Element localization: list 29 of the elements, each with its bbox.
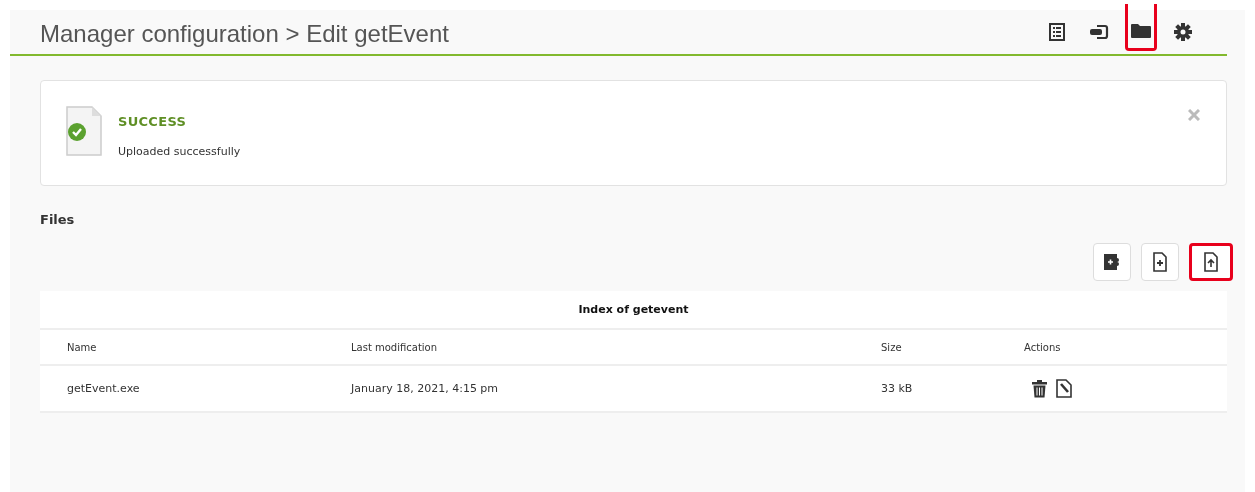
close-icon <box>1188 109 1200 121</box>
puzzle-plus-button[interactable] <box>1093 243 1131 281</box>
file-edit-button[interactable] <box>1056 379 1072 398</box>
file-upload-icon <box>1202 252 1220 272</box>
file-edit-icon <box>1056 379 1072 398</box>
file-plus-icon <box>1151 252 1169 272</box>
exit-icon <box>1089 23 1109 41</box>
list-icon <box>1048 23 1066 41</box>
alert-title: SUCCESS <box>118 114 188 129</box>
column-header: Actions <box>1024 341 1061 353</box>
table-cell: 33 kB <box>881 382 913 395</box>
puzzle-plus-icon <box>1102 252 1122 272</box>
column-header: Last modification <box>351 341 438 353</box>
page-title: Manager configuration > Edit getEvent <box>40 20 449 48</box>
column-header: Size <box>881 341 902 353</box>
folder-icon <box>1130 21 1152 40</box>
file-check-icon <box>66 106 102 156</box>
file-plus-button[interactable] <box>1141 243 1179 281</box>
section-heading: Files <box>40 212 76 227</box>
file-upload-button[interactable] <box>1189 243 1233 281</box>
settings-icon <box>1173 22 1193 42</box>
alert-message: Uploaded successfully <box>118 145 241 158</box>
column-header: Name <box>67 341 97 353</box>
table-cell: January 18, 2021, 4:15 pm <box>351 382 499 395</box>
table-cell: getEvent.exe <box>67 382 140 395</box>
trash-button[interactable] <box>1032 379 1047 398</box>
folder-button[interactable] <box>1125 3 1157 51</box>
table-caption: Index of getevent <box>40 291 1227 329</box>
trash-icon <box>1032 379 1047 398</box>
